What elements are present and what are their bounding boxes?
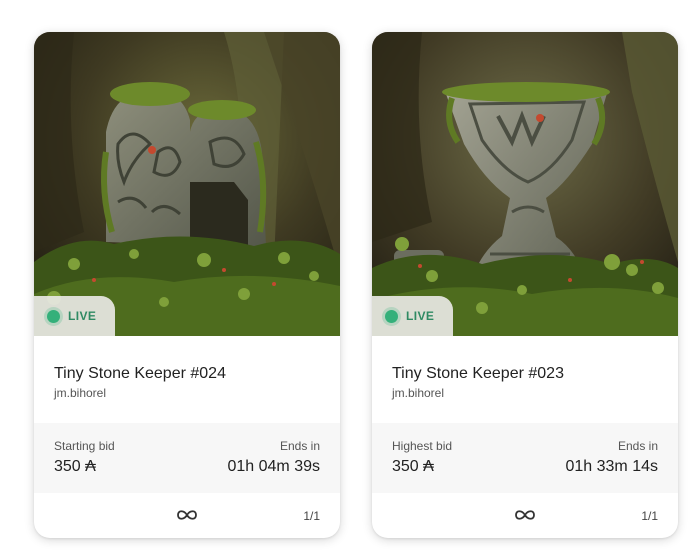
stone-keeper-artwork [34,32,340,336]
live-label: LIVE [68,309,97,323]
creator-name[interactable]: jm.bihorel [392,386,658,400]
bid-row: Highest bid 350 ₳ Ends in 01h 33m 14s [372,423,678,493]
artwork-image[interactable]: LIVE [34,32,340,336]
countdown-value: 01h 04m 39s [227,458,320,475]
infinity-icon [177,510,197,520]
live-indicator-icon [385,309,398,323]
card-info: Tiny Stone Keeper #024 jm.bihorel [34,336,340,423]
bid-row: Starting bid 350 ₳ Ends in 01h 04m 39s [34,423,340,493]
card-info: Tiny Stone Keeper #023 jm.bihorel [372,336,678,423]
nft-title[interactable]: Tiny Stone Keeper #023 [392,364,658,384]
creator-name[interactable]: jm.bihorel [54,386,320,400]
live-label: LIVE [406,309,435,323]
card-footer: 1/1 [34,493,340,538]
live-badge: LIVE [34,296,115,336]
bid-value: 350 ₳ [392,458,434,475]
bid-label: Starting bid [54,439,115,453]
bid-block: Highest bid 350 ₳ [392,439,452,493]
ends-label: Ends in [617,439,658,453]
bid-block: Starting bid 350 ₳ [54,439,115,493]
stone-keeper-artwork [372,32,678,336]
artwork-image[interactable]: LIVE [372,32,678,336]
infinity-icon [515,510,535,520]
countdown-block: Ends in 01h 04m 39s [227,439,320,493]
nft-card[interactable]: LIVE Tiny Stone Keeper #023 jm.bihorel H… [372,32,678,538]
bid-label: Highest bid [392,439,453,453]
bid-value: 350 ₳ [54,458,96,475]
countdown-value: 01h 33m 14s [565,458,658,475]
edition-count: 1/1 [303,509,320,523]
card-footer: 1/1 [372,493,678,538]
live-indicator-icon [47,309,60,323]
live-badge: LIVE [372,296,453,336]
nft-title[interactable]: Tiny Stone Keeper #024 [54,364,320,384]
countdown-block: Ends in 01h 33m 14s [565,439,658,493]
ends-label: Ends in [279,439,320,453]
nft-card-grid: LIVE Tiny Stone Keeper #024 jm.bihorel S… [0,0,697,558]
nft-card[interactable]: LIVE Tiny Stone Keeper #024 jm.bihorel S… [34,32,340,538]
edition-count: 1/1 [641,509,658,523]
